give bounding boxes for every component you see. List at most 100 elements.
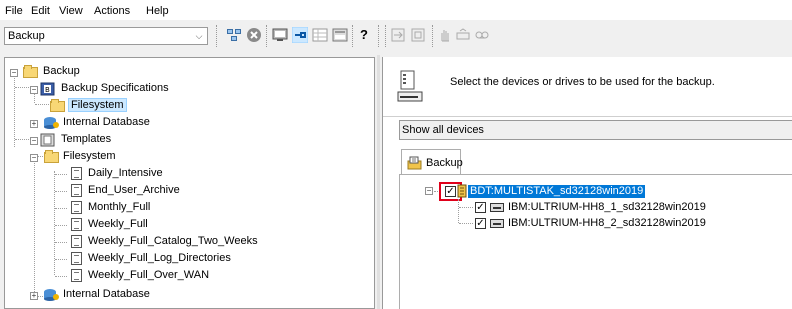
- tree-label: Weekly_Full_Over_WAN: [88, 269, 210, 281]
- toolbar: Backup ⌵ ?: [0, 21, 792, 53]
- database-icon: [44, 117, 59, 129]
- drive-label[interactable]: IBM:ULTRIUM-HH8_1_sd32128win2019: [508, 201, 706, 213]
- tree-label: Backup: [43, 65, 80, 77]
- template-document-icon: [71, 252, 82, 265]
- pin-icon[interactable]: [292, 27, 308, 43]
- tree-item-template[interactable]: Daily_Intensive: [55, 166, 355, 182]
- tree-label: Internal Database: [63, 288, 150, 300]
- tree-item-templates[interactable]: − Templates: [30, 132, 330, 148]
- tree-label: Monthly_Full: [88, 201, 151, 213]
- device-filter-value: Show all devices: [402, 124, 484, 136]
- tree-item-spec-internal-database[interactable]: + Internal Database: [30, 115, 350, 131]
- tree-line: [35, 104, 49, 105]
- tree-line: [15, 87, 29, 88]
- tree-label: Weekly_Full_Log_Directories: [88, 252, 231, 264]
- collapse-icon[interactable]: −: [30, 154, 38, 162]
- collapse-icon[interactable]: −: [425, 187, 433, 195]
- tape-drive-icon: [490, 219, 504, 228]
- toolbar-separator: [432, 25, 434, 47]
- menu-help[interactable]: Help: [146, 5, 169, 17]
- context-select[interactable]: Backup ⌵: [4, 27, 208, 45]
- tree-item-backup-specifications[interactable]: − B Backup Specifications: [30, 81, 330, 97]
- database-icon: [44, 289, 59, 301]
- drive-checkbox[interactable]: ✓: [475, 218, 486, 229]
- specification-book-icon: B: [40, 82, 55, 96]
- tree-label: Filesystem: [63, 150, 116, 162]
- template-document-icon: [71, 184, 82, 197]
- folder-open-icon: [23, 65, 38, 78]
- template-document-icon: [71, 269, 82, 282]
- tree-line: [55, 191, 67, 192]
- menu-actions[interactable]: Actions: [94, 5, 130, 17]
- tree-label: Filesystem: [68, 98, 127, 112]
- tree-item-template[interactable]: Weekly_Full_Log_Directories: [55, 251, 355, 267]
- tab-bar: Backup: [399, 149, 792, 175]
- clients-icon[interactable]: [226, 27, 242, 43]
- tree-label: End_User_Archive: [88, 184, 180, 196]
- report-icon[interactable]: [332, 27, 348, 43]
- toolbar-separator: [216, 25, 218, 47]
- templates-icon: [40, 133, 55, 147]
- tree-label: Weekly_Full_Catalog_Two_Weeks: [88, 235, 258, 247]
- disk-icon[interactable]: [455, 27, 471, 43]
- tree-line: [458, 199, 459, 223]
- context-select-value: Backup: [8, 30, 45, 42]
- tree-item-templates-internal-database[interactable]: + Internal Database: [30, 287, 350, 303]
- wizard-icon[interactable]: [390, 27, 406, 43]
- template-document-icon: [71, 167, 82, 180]
- tree-line: [55, 242, 67, 243]
- collapse-icon[interactable]: −: [30, 137, 38, 145]
- help-icon[interactable]: ?: [360, 27, 376, 43]
- collapse-icon[interactable]: −: [30, 86, 38, 94]
- device-tree: − ✓ BDT:MULTISTAK_sd32128win2019 ✓ IBM:U…: [399, 174, 792, 309]
- tree-item-template[interactable]: Weekly_Full_Over_WAN: [55, 268, 355, 284]
- template-document-icon: [71, 235, 82, 248]
- menu-file[interactable]: File: [5, 5, 23, 17]
- tree-item-template[interactable]: Weekly_Full: [55, 217, 355, 233]
- toolbar-separator: [266, 25, 268, 47]
- menu-view[interactable]: View: [59, 5, 83, 17]
- library-label[interactable]: BDT:MULTISTAK_sd32128win2019: [468, 185, 646, 198]
- expand-icon[interactable]: +: [30, 292, 38, 300]
- refresh-icon[interactable]: [410, 27, 426, 43]
- chevron-down-icon[interactable]: ⌵: [191, 28, 207, 44]
- toolbar-separator: [378, 25, 380, 47]
- drive-checkbox[interactable]: ✓: [475, 202, 486, 213]
- tape-drive-icon: [490, 203, 504, 212]
- hand-icon[interactable]: [437, 27, 453, 43]
- grid-icon[interactable]: [312, 27, 328, 43]
- tree-item-backup[interactable]: − Backup: [10, 64, 310, 80]
- pane-splitter[interactable]: [377, 55, 380, 309]
- menu-edit[interactable]: Edit: [31, 5, 50, 17]
- tree-label: Weekly_Full: [88, 218, 148, 230]
- collapse-icon[interactable]: −: [10, 69, 18, 77]
- folder-open-icon: [44, 150, 59, 163]
- tree-item-templates-filesystem[interactable]: − Filesystem: [30, 149, 350, 165]
- tree-line: [459, 223, 473, 224]
- tree-line: [14, 75, 15, 147]
- svg-text:B: B: [45, 86, 50, 94]
- library-checkbox[interactable]: ✓: [445, 186, 456, 197]
- expand-icon[interactable]: +: [30, 120, 38, 128]
- tree-line: [459, 207, 473, 208]
- tree-line: [55, 208, 67, 209]
- results-area: Select the devices or drives to be used …: [382, 57, 792, 309]
- tree-line: [34, 154, 35, 292]
- tree-line: [55, 276, 67, 277]
- toolbar-separator: [352, 25, 354, 47]
- tree-item-template[interactable]: End_User_Archive: [55, 183, 355, 199]
- monitor-icon[interactable]: [272, 27, 288, 43]
- cancel-icon[interactable]: [246, 27, 262, 43]
- tree-item-spec-filesystem[interactable]: Filesystem: [50, 98, 350, 114]
- template-document-icon: [71, 201, 82, 214]
- wizard-header: Select the devices or drives to be used …: [383, 57, 792, 117]
- device-filter-select[interactable]: Show all devices: [399, 120, 792, 140]
- drive-label[interactable]: IBM:ULTRIUM-HH8_2_sd32128win2019: [508, 217, 706, 229]
- tab-backup[interactable]: Backup: [401, 149, 463, 175]
- tree-item-template[interactable]: Weekly_Full_Catalog_Two_Weeks: [55, 234, 355, 250]
- wizard-instruction: Select the devices or drives to be used …: [450, 76, 715, 88]
- tree-item-template[interactable]: Monthly_Full: [55, 200, 355, 216]
- tape-icon[interactable]: [474, 27, 490, 43]
- tree-label: Internal Database: [63, 116, 150, 128]
- tree-line: [55, 174, 67, 175]
